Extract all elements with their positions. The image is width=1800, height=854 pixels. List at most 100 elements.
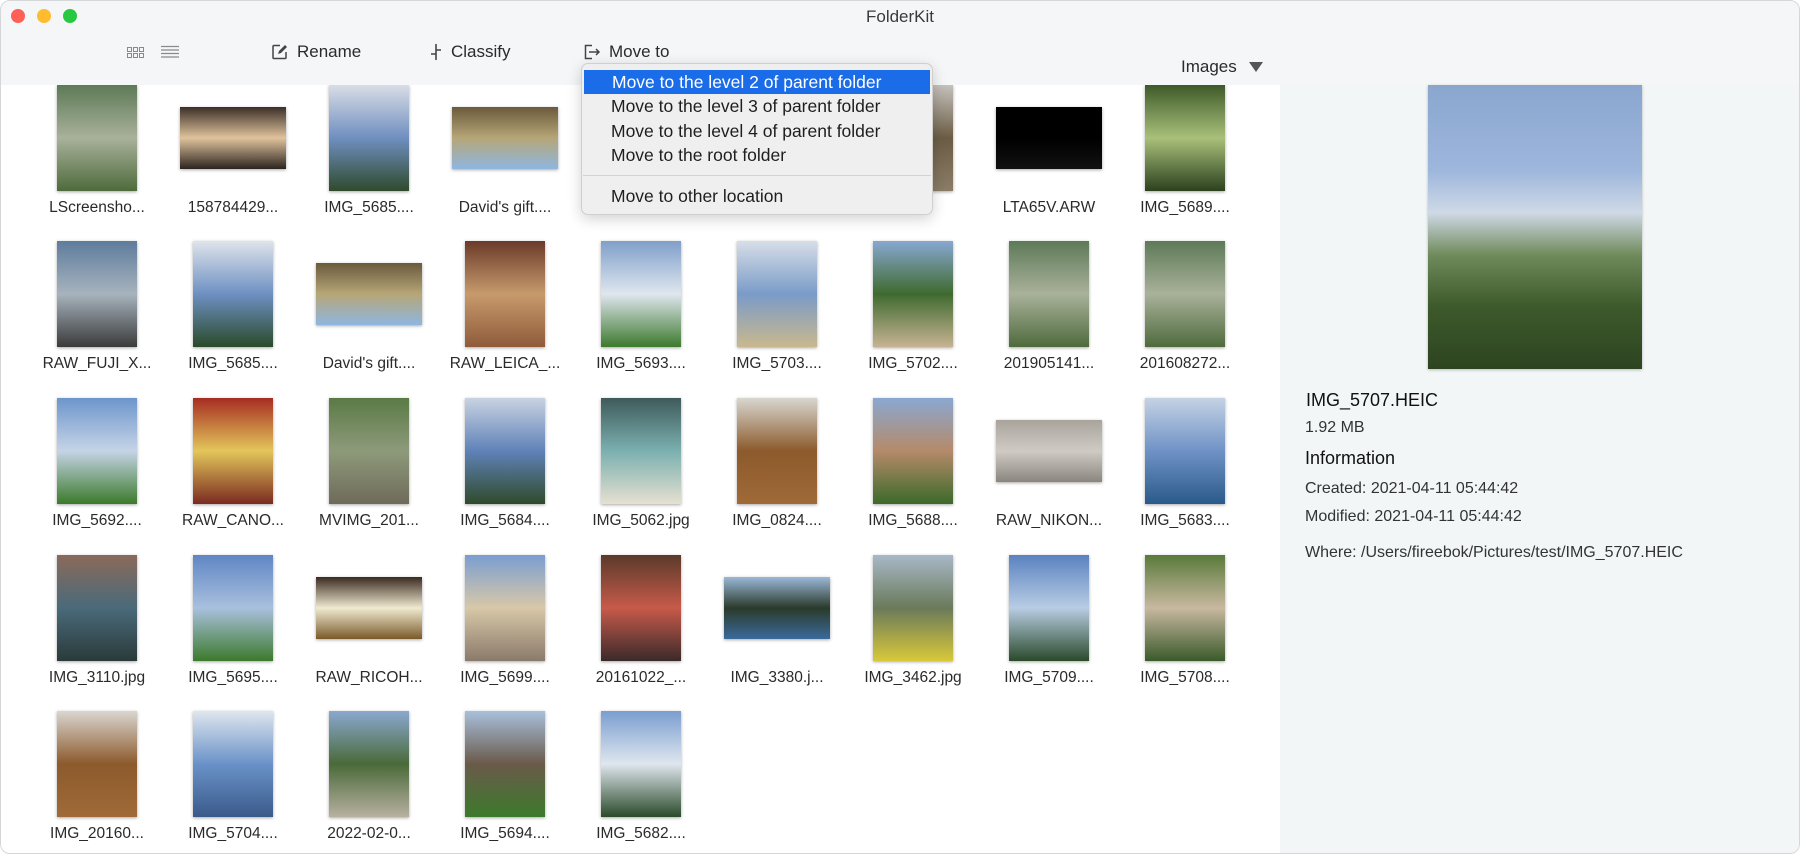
file-tile[interactable]: 158784429... (165, 85, 301, 235)
file-tile[interactable]: IMG_3110.jpg (29, 555, 165, 705)
file-thumbnail (465, 555, 545, 661)
file-tile[interactable]: RAW_FUJI_X... (29, 241, 165, 391)
file-tile[interactable]: 201905141... (981, 241, 1117, 391)
file-tile[interactable]: David's gift.... (301, 241, 437, 391)
file-tile[interactable]: IMG_0824.... (709, 398, 845, 548)
menu-item-level-3[interactable]: Move to the level 3 of parent folder (583, 94, 931, 118)
file-tile[interactable]: IMG_5688.... (845, 398, 981, 548)
file-tile[interactable]: RAW_RICOH... (301, 555, 437, 705)
file-tile[interactable]: 2022-02-0... (301, 711, 437, 853)
file-thumbnail (316, 263, 422, 325)
file-tile[interactable]: IMG_5694.... (437, 711, 573, 853)
file-name-label: IMG_5709.... (1004, 669, 1094, 686)
grid-view-button[interactable] (125, 43, 147, 61)
file-tile[interactable]: IMG_3462.jpg (845, 555, 981, 705)
file-name-label: IMG_5694.... (460, 825, 550, 842)
file-thumbnail (601, 398, 681, 504)
file-tile[interactable]: RAW_CANO... (165, 398, 301, 548)
file-tile[interactable]: IMG_5702.... (845, 241, 981, 391)
move-to-button[interactable]: Move to (583, 39, 669, 65)
file-thumbnail (873, 555, 953, 661)
menu-item-other-location[interactable]: Move to other location (583, 184, 931, 208)
file-tile[interactable]: IMG_5683.... (1117, 398, 1253, 548)
file-name-label: IMG_5683.... (1140, 512, 1230, 529)
file-name-label: IMG_5693.... (596, 355, 686, 372)
file-tile[interactable]: IMG_5708.... (1117, 555, 1253, 705)
file-thumbnail (601, 711, 681, 817)
file-name-label: RAW_CANO... (182, 512, 284, 529)
file-tile[interactable]: LTA65V.ARW (981, 85, 1117, 235)
file-thumbnail (465, 398, 545, 504)
menu-item-level-4[interactable]: Move to the level 4 of parent folder (583, 119, 931, 143)
file-name-label: IMG_5689.... (1140, 199, 1230, 216)
file-tile[interactable]: IMG_5695.... (165, 555, 301, 705)
file-tile[interactable]: RAW_NIKON... (981, 398, 1117, 548)
file-thumbnail (1009, 555, 1089, 661)
file-tile[interactable]: IMG_5703.... (709, 241, 845, 391)
file-name-label: IMG_5695.... (188, 669, 278, 686)
grid-view-icon (127, 46, 144, 58)
rename-button[interactable]: Rename (271, 39, 361, 65)
file-name-label: IMG_5699.... (460, 669, 550, 686)
information-heading: Information (1305, 448, 1396, 468)
file-name-label: RAW_NIKON... (995, 512, 1103, 529)
file-name-label: David's gift.... (458, 199, 552, 216)
file-thumbnail (329, 85, 409, 191)
file-type-filter-dropdown[interactable]: Images (1181, 55, 1263, 79)
file-thumbnail (601, 555, 681, 661)
file-thumbnail (724, 577, 830, 639)
created-date: Created: 2021-04-11 05:44:42 (1305, 480, 1519, 497)
file-tile[interactable]: IMG_3380.j... (709, 555, 845, 705)
file-tile[interactable]: 20161022_... (573, 555, 709, 705)
move-to-menu: Move to the level 2 of parent folder Mov… (581, 63, 933, 215)
file-thumbnail (1145, 398, 1225, 504)
file-thumbnail (737, 398, 817, 504)
file-thumbnail (601, 241, 681, 347)
file-name-label: IMG_5685.... (324, 199, 414, 216)
file-tile[interactable]: David's gift.... (437, 85, 573, 235)
file-name-label: IMG_5682.... (596, 825, 686, 842)
file-name-label: IMG_5685.... (188, 355, 278, 372)
move-to-label: Move to (609, 42, 670, 61)
window-title: FolderKit (865, 7, 935, 26)
file-tile[interactable]: IMG_5685.... (165, 241, 301, 391)
file-tile[interactable]: MVIMG_201... (301, 398, 437, 548)
file-tile[interactable]: RAW_LEICA_... (437, 241, 573, 391)
file-tile[interactable]: IMG_5704.... (165, 711, 301, 853)
classify-icon (431, 44, 441, 60)
file-thumbnail (1145, 555, 1225, 661)
file-tile[interactable]: IMG_5684.... (437, 398, 573, 548)
file-thumbnail (193, 555, 273, 661)
file-tile[interactable]: 201608272... (1117, 241, 1253, 391)
file-tile[interactable]: IMG_20160... (29, 711, 165, 853)
file-tile[interactable]: IMG_5689.... (1117, 85, 1253, 235)
file-thumbnail (57, 711, 137, 817)
list-view-button[interactable] (159, 43, 181, 61)
file-tile[interactable]: IMG_5699.... (437, 555, 573, 705)
file-name-label: LScreensho... (49, 199, 145, 216)
file-thumbnail (316, 577, 422, 639)
menu-item-level-2[interactable]: Move to the level 2 of parent folder (584, 70, 930, 94)
file-tile[interactable]: IMG_5709.... (981, 555, 1117, 705)
file-tile[interactable]: IMG_5682.... (573, 711, 709, 853)
file-tile[interactable]: LScreensho... (29, 85, 165, 235)
file-tile[interactable]: IMG_5685.... (301, 85, 437, 235)
file-thumbnail (452, 107, 558, 169)
file-thumbnail (193, 398, 273, 504)
file-name-label: 20161022_... (595, 669, 687, 686)
file-thumbnail (57, 85, 137, 191)
file-tile[interactable]: IMG_5692.... (29, 398, 165, 548)
file-name-label: 2022-02-0... (327, 825, 411, 842)
menu-separator (583, 175, 931, 176)
file-tile[interactable]: IMG_5062.jpg (573, 398, 709, 548)
file-name-label: IMG_0824.... (732, 512, 822, 529)
file-tile[interactable]: IMG_5693.... (573, 241, 709, 391)
file-name-label: IMG_3462.jpg (864, 669, 962, 686)
modified-date: Modified: 2021-04-11 05:44:42 (1305, 508, 1522, 525)
details-panel: IMG_5707.HEIC 1.92 MB Information Create… (1280, 85, 1799, 853)
menu-item-root-folder[interactable]: Move to the root folder (583, 143, 931, 167)
file-name-label: IMG_5062.jpg (592, 512, 690, 529)
file-thumbnail (737, 241, 817, 347)
file-thumbnail (1009, 241, 1089, 347)
classify-button[interactable]: Classify (429, 39, 511, 65)
